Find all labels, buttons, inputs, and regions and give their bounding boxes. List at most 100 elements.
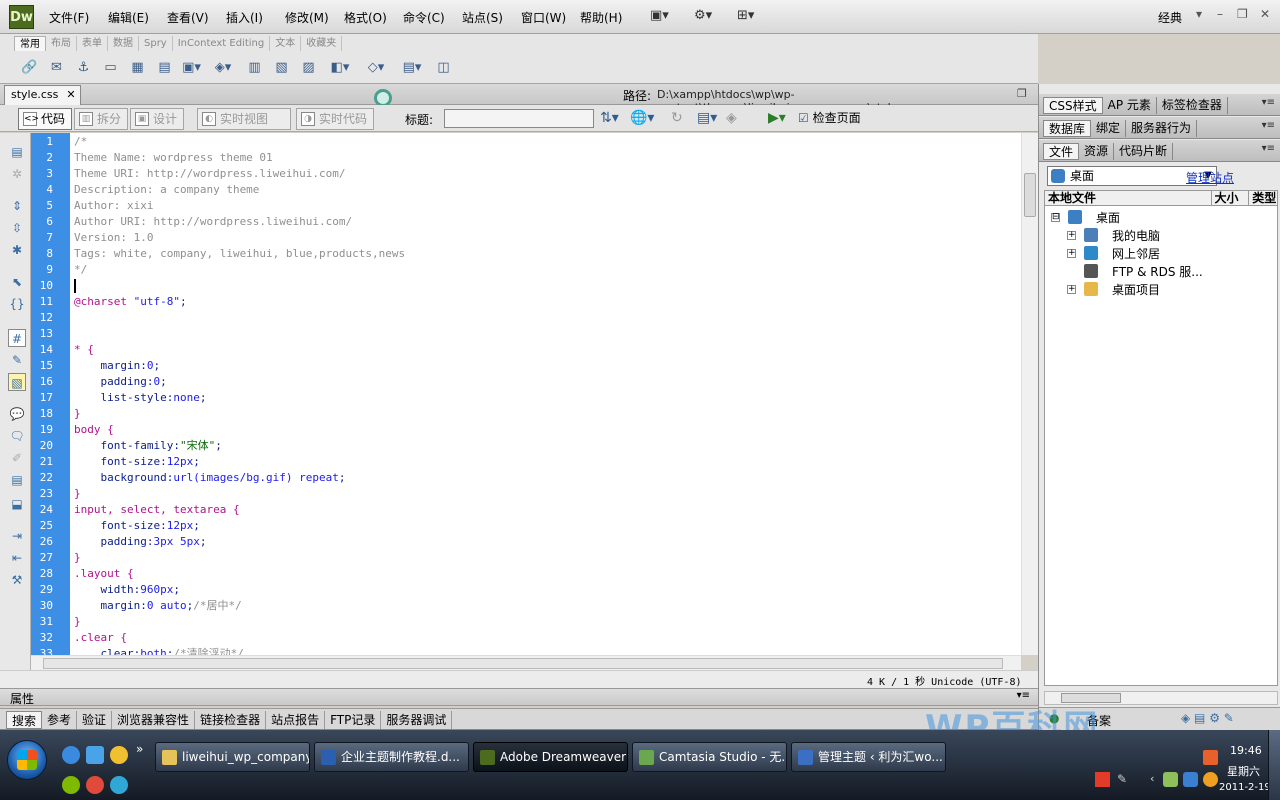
layout-icon[interactable]: ▣▾ xyxy=(650,8,669,26)
results-tab[interactable]: 站点报告 xyxy=(266,711,326,729)
expand-toggle-icon[interactable]: + xyxy=(1067,284,1076,294)
file-transfer-icon[interactable]: ⇅▾ xyxy=(600,110,619,126)
panel-tab[interactable]: 代码片断 xyxy=(1114,143,1174,160)
menu-item[interactable]: 查看(V) xyxy=(167,9,209,26)
code-line[interactable]: 33 clear:both;/*清除浮动*/ xyxy=(31,646,1021,655)
insert-tab[interactable]: 数据 xyxy=(108,36,139,51)
format-source-icon[interactable]: ⚒ xyxy=(8,571,26,589)
code-view-button[interactable]: <> 代码 xyxy=(18,108,73,130)
menu-item[interactable]: 站点(S) xyxy=(462,9,503,26)
menu-item[interactable]: 格式(O) xyxy=(344,9,387,26)
outdent-code-icon[interactable]: ⇤ xyxy=(8,549,26,567)
comment-icon[interactable]: ▨ xyxy=(295,56,322,78)
code-line[interactable]: 21 font-size:12px; xyxy=(31,454,1021,470)
panel-tab[interactable]: 资源 xyxy=(1079,143,1115,160)
insert-tab[interactable]: Spry xyxy=(139,36,173,51)
code-line[interactable]: 7 Version: 1.0 xyxy=(31,230,1021,246)
restore-document-icon[interactable]: ❐ xyxy=(1017,87,1027,100)
code-line[interactable]: 32 .clear { xyxy=(31,630,1021,646)
tree-item[interactable]: + 桌面项目 xyxy=(1067,280,1160,298)
insert-tab[interactable]: InContext Editing xyxy=(173,36,271,51)
code-line[interactable]: 8 Tags: white, company, liweihui, blue,pr… xyxy=(31,246,1021,262)
code-line[interactable]: 3 Theme URI: http://wordpress.liweihui.co… xyxy=(31,166,1021,182)
close-icon[interactable]: ✕ xyxy=(1260,7,1270,21)
menu-item[interactable]: 插入(I) xyxy=(226,9,263,26)
results-tab[interactable]: 链接检查器 xyxy=(195,711,267,729)
check-page-button[interactable]: ☑ 检查页面 xyxy=(798,109,861,126)
date-icon[interactable]: ▥ xyxy=(241,56,268,78)
chrome-icon[interactable] xyxy=(86,776,104,794)
taskbar-button[interactable]: liweihui_wp_company xyxy=(155,742,310,772)
tree-item[interactable]: FTP & RDS 服... xyxy=(1067,262,1203,280)
footer-tools-icon[interactable]: ◈ ▤ ⚙ ✎ xyxy=(1181,711,1234,725)
app-icon-green[interactable] xyxy=(62,776,80,794)
files-scroll-thumb[interactable] xyxy=(1061,693,1121,703)
code-line[interactable]: 29 width:960px; xyxy=(31,582,1021,598)
volume-icon[interactable] xyxy=(1183,772,1198,787)
head-icon[interactable]: ◧▾ xyxy=(322,56,358,78)
visual-aids-icon[interactable]: ◈ xyxy=(726,110,737,126)
tree-item[interactable]: + 网上邻居 xyxy=(1067,244,1160,262)
taskbar-button[interactable]: Camtasia Studio - 无... xyxy=(632,742,787,772)
code-line[interactable]: 11 @charset "utf-8"; xyxy=(31,294,1021,310)
code-line[interactable]: 22 background:url(images/bg.gif) repeat; xyxy=(31,470,1021,486)
properties-panel-header[interactable]: 属性 ▾≡ xyxy=(0,688,1038,706)
preview-browser-icon[interactable]: 🌐▾ xyxy=(630,110,654,126)
editor-horizontal-scrollbar[interactable] xyxy=(31,655,1021,670)
results-tab[interactable]: 服务器调试 xyxy=(381,711,453,729)
insert-tab[interactable]: 常用 xyxy=(14,36,46,51)
code-line[interactable]: 13 xyxy=(31,326,1021,342)
horizontal-rule-icon[interactable]: ▭ xyxy=(97,56,124,78)
collapse-selection-icon[interactable]: ⇳ xyxy=(8,219,26,237)
templates-icon[interactable]: ▤▾ xyxy=(394,56,430,78)
results-tab[interactable]: 浏览器兼容性 xyxy=(112,711,196,729)
qq-tray-icon[interactable] xyxy=(1203,772,1218,787)
results-tab[interactable]: 搜索 xyxy=(6,711,43,729)
menu-item[interactable]: 帮助(H) xyxy=(580,9,622,26)
editor-vertical-scrollbar[interactable] xyxy=(1021,133,1038,655)
panel-options-icon[interactable]: ▾≡ xyxy=(1017,690,1030,701)
design-view-button[interactable]: ▣ 设计 xyxy=(130,108,185,130)
menu-item[interactable]: 修改(M) xyxy=(285,9,329,26)
code-line[interactable]: 17 list-style:none; xyxy=(31,390,1021,406)
panel-tab[interactable]: 数据库 xyxy=(1043,120,1092,137)
clock-date[interactable]: 2011-2-19 xyxy=(1219,782,1271,793)
expand-toggle-icon[interactable]: + xyxy=(1067,230,1076,240)
email-link-icon[interactable]: ✉ xyxy=(43,56,70,78)
live-code-button[interactable]: ◑ 实时代码 xyxy=(296,108,375,130)
code-line[interactable]: 20 font-family:"宋体"; xyxy=(31,438,1021,454)
vertical-scroll-thumb[interactable] xyxy=(1024,173,1036,217)
workspace-dropdown-icon[interactable]: ▾ xyxy=(1196,7,1202,21)
server-include-icon[interactable]: ▧ xyxy=(268,56,295,78)
syntax-coloring-icon[interactable]: ▧ xyxy=(8,373,26,391)
code-line[interactable]: 19 body { xyxy=(31,422,1021,438)
code-line[interactable]: 24 input, select, textarea { xyxy=(31,502,1021,518)
insert-tab[interactable]: 布局 xyxy=(46,36,77,51)
insert-tab[interactable]: 文本 xyxy=(270,36,302,51)
open-documents-icon[interactable]: ▤ xyxy=(8,143,26,161)
site-tree-icon[interactable]: ⊞▾ xyxy=(737,8,754,26)
select-parent-tag-icon[interactable]: ⬉ xyxy=(8,273,26,291)
camtasia-tray-icon[interactable] xyxy=(1203,750,1218,765)
code-editor[interactable]: 1 /* 2 Theme Name: wordpress theme 01 3 Theme… xyxy=(31,133,1038,655)
panel-options-icon[interactable]: ▾≡ xyxy=(1262,97,1275,108)
network-icon[interactable] xyxy=(1163,772,1178,787)
code-line[interactable]: 28 .layout { xyxy=(31,566,1021,582)
show-desktop-button[interactable] xyxy=(1268,730,1280,800)
panel-tab[interactable]: CSS样式 xyxy=(1043,97,1103,114)
files-horizontal-scrollbar[interactable] xyxy=(1044,691,1278,705)
code-line[interactable]: 9 */ xyxy=(31,262,1021,278)
panel-options-icon[interactable]: ▾≡ xyxy=(1262,143,1275,154)
panel-tab[interactable]: 文件 xyxy=(1043,143,1080,160)
code-line[interactable]: 23} xyxy=(31,486,1021,502)
clock-time[interactable]: 19:46 xyxy=(1230,744,1262,757)
code-line[interactable]: 26 padding:3px 5px; xyxy=(31,534,1021,550)
code-line[interactable]: 4 Description: a company theme xyxy=(31,182,1021,198)
media-icon[interactable]: ◈▾ xyxy=(205,56,241,78)
code-line[interactable]: 18} xyxy=(31,406,1021,422)
panel-options-icon[interactable]: ▾≡ xyxy=(1262,120,1275,131)
column-local-files[interactable]: 本地文件 xyxy=(1045,191,1212,205)
code-line[interactable]: 6 Author URI: http://wordpress.liweihui.c… xyxy=(31,214,1021,230)
results-tab[interactable]: FTP记录 xyxy=(325,711,382,729)
code-line[interactable]: 31} xyxy=(31,614,1021,630)
